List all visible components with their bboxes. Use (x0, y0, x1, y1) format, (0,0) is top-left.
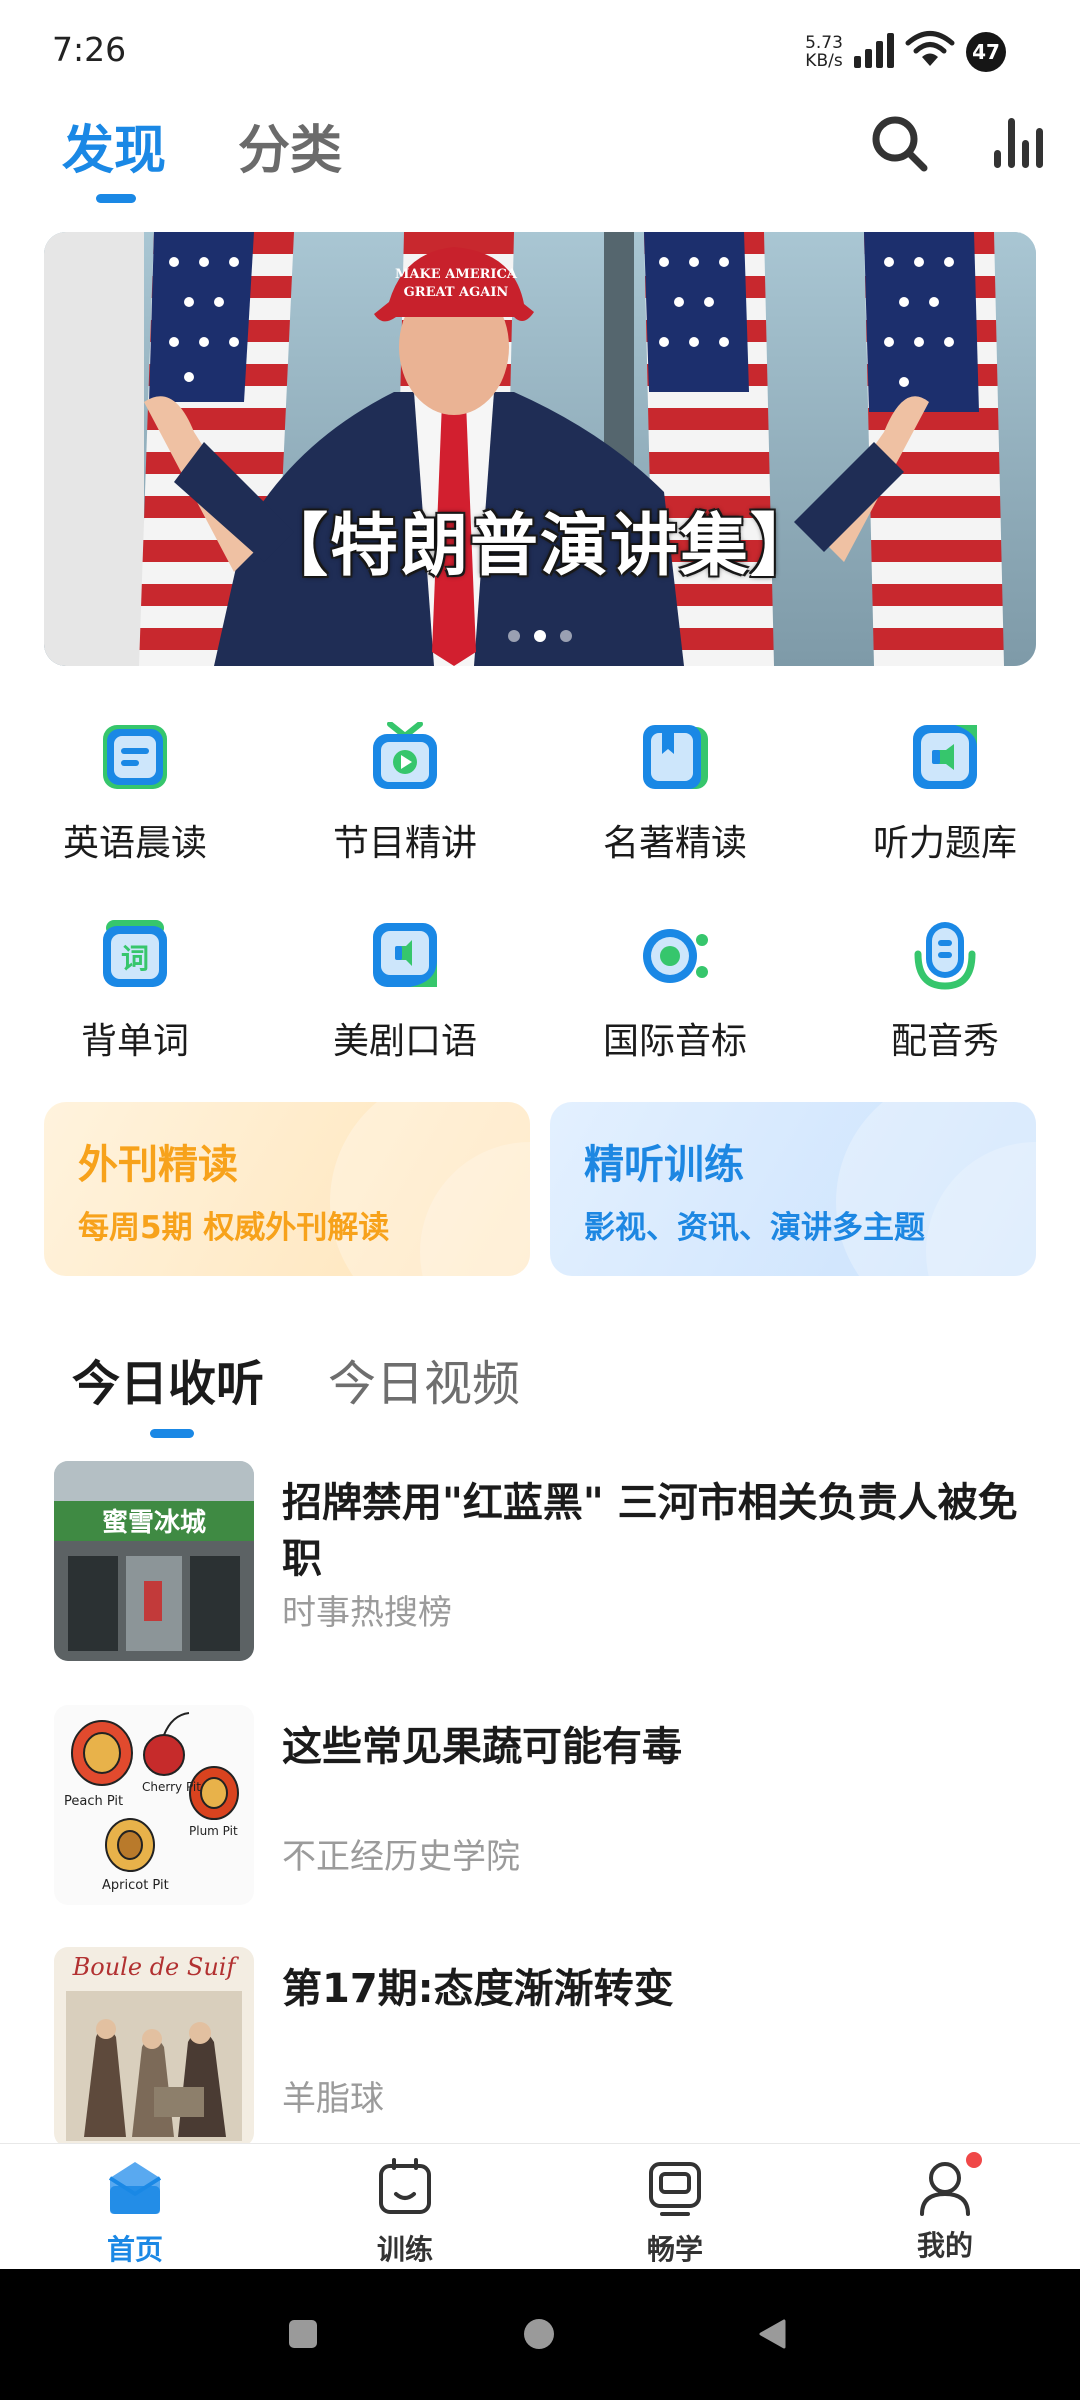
notification-badge (966, 2152, 982, 2168)
list-item[interactable]: Boule de Suif 第17期:态度渐渐转变 羊脂球 (54, 1947, 1034, 2147)
promo-subtitle: 影视、资讯、演讲多主题 (584, 1210, 925, 1246)
morning-read-icon (103, 725, 167, 789)
nav-profile[interactable]: 我的 (845, 2152, 1045, 2264)
listening-bank-icon (913, 725, 977, 789)
tab-category[interactable]: 分类 (238, 108, 342, 183)
article-source: 羊脂球 (282, 2079, 384, 2119)
tab-today-video[interactable]: 今日视频 (328, 1344, 520, 1414)
feature-listening-bank[interactable]: 听力题库 (825, 722, 1065, 866)
hat-text-line-1: MAKE AMERICA (395, 267, 518, 282)
nav-label: 训练 (376, 2233, 433, 2266)
thumb-label: Plum Pit (189, 1824, 238, 1838)
system-navigation-bar (0, 2269, 1080, 2400)
tab-today-listening[interactable]: 今日收听 (72, 1344, 264, 1414)
banner-caption: 【特朗普演讲集】 (259, 507, 820, 586)
home-button-icon[interactable] (522, 2317, 556, 2351)
tv-speaking-icon (373, 923, 437, 987)
article-source: 不正经历史学院 (282, 1837, 520, 1877)
feature-label: 英语晨读 (62, 823, 207, 864)
thumb-label: Apricot Pit (102, 1878, 169, 1893)
thumb-book-title: Boule de Suif (72, 1953, 240, 1981)
home-icon (108, 2162, 162, 2214)
dubbing-icon (914, 922, 976, 990)
hat-text-line-2: GREAT AGAIN (404, 285, 509, 300)
nav-label: 畅学 (646, 2233, 703, 2266)
program-tv-icon (373, 721, 437, 789)
nav-label: 首页 (106, 2233, 163, 2266)
thumb-label: Cherry Pit (142, 1780, 201, 1794)
wifi-icon (905, 31, 955, 66)
feature-label: 美剧口语 (332, 1021, 477, 1062)
feature-label: 背单词 (80, 1021, 189, 1062)
signal-icon (854, 33, 894, 68)
status-time: 7:26 (52, 30, 127, 69)
nav-label: 我的 (916, 2229, 973, 2262)
feature-vocabulary[interactable]: 词 背单词 (15, 920, 255, 1064)
tab-discover[interactable]: 发现 (62, 108, 166, 183)
search-icon[interactable] (868, 112, 932, 176)
feature-morning-read[interactable]: 英语晨读 (15, 722, 255, 866)
content-tab-indicator (150, 1429, 194, 1438)
promo-card-journal[interactable]: 外刊精读 每周5期 权威外刊解读 (44, 1102, 530, 1276)
classic-book-icon (643, 725, 708, 789)
profile-icon-wrap (914, 2152, 982, 2218)
phonetics-icon (643, 929, 708, 983)
carousel-dot-active (534, 630, 546, 642)
feature-program[interactable]: 节目精讲 (285, 721, 525, 866)
feature-label: 听力题库 (872, 823, 1017, 864)
bottom-navigation: 首页 训练 畅学 我的 (0, 2143, 1080, 2269)
promo-card-intensive-listening[interactable]: 精听训练 影视、资讯、演讲多主题 (550, 1102, 1036, 1276)
feature-label: 名著精读 (602, 823, 747, 864)
feature-classic-books[interactable]: 名著精读 (555, 722, 795, 866)
carousel-dot (560, 630, 572, 642)
article-thumbnail: Boule de Suif (54, 1947, 254, 2147)
article-title: 这些常见果蔬可能有毒 (282, 1724, 682, 1770)
svg-text:词: 词 (121, 942, 149, 975)
network-speed-unit: KB/s (805, 51, 843, 71)
network-speed: 5.73 KB/s (800, 34, 848, 70)
tab-active-indicator (96, 194, 136, 203)
carousel-dot (508, 630, 520, 642)
vocabulary-icon: 词 (103, 920, 167, 987)
nav-learn[interactable]: 畅学 (575, 2156, 775, 2268)
feature-tv-speaking[interactable]: 美剧口语 (285, 920, 525, 1064)
promo-title: 外刊精读 (78, 1142, 238, 1188)
article-title: 招牌禁用"红蓝黑" 三河市相关负责人被免职 (282, 1480, 1018, 1582)
status-bar: 7:26 5.73 KB/s 47 (0, 0, 1080, 100)
recent-apps-icon[interactable] (286, 2317, 320, 2351)
feature-label: 节目精讲 (332, 823, 477, 864)
promo-subtitle: 每周5期 权威外刊解读 (78, 1210, 390, 1246)
article-title: 第17期:态度渐渐转变 (282, 1966, 674, 2012)
battery-icon: 47 (966, 32, 1006, 72)
nav-home[interactable]: 首页 (35, 2156, 235, 2268)
chart-icon[interactable] (990, 110, 1050, 174)
profile-icon (920, 2162, 970, 2216)
network-speed-value: 5.73 (805, 33, 843, 53)
list-item[interactable]: Peach Pit Cherry Pit Plum Pit Apricot Pi… (54, 1705, 1034, 1905)
article-thumbnail: Peach Pit Cherry Pit Plum Pit Apricot Pi… (54, 1705, 254, 1905)
banner-image: MAKE AMERICA GREAT AGAIN (44, 232, 1036, 666)
banner-carousel[interactable]: MAKE AMERICA GREAT AGAIN 【特朗普演讲集】 (44, 232, 1036, 666)
learn-icon (649, 2162, 701, 2216)
feature-phonetics[interactable]: 国际音标 (555, 920, 795, 1064)
thumb-store-sign: 蜜雪冰城 (102, 1507, 206, 1538)
feature-label: 国际音标 (602, 1021, 747, 1062)
promo-title: 精听训练 (584, 1142, 744, 1188)
carousel-dots (44, 630, 1036, 642)
feature-dubbing[interactable]: 配音秀 (825, 920, 1065, 1064)
thumb-label: Peach Pit (64, 1794, 123, 1809)
article-thumbnail: 蜜雪冰城 (54, 1461, 254, 1661)
back-icon[interactable] (756, 2317, 790, 2351)
feature-label: 配音秀 (890, 1021, 999, 1062)
nav-training[interactable]: 训练 (305, 2156, 505, 2268)
article-source: 时事热搜榜 (282, 1593, 452, 1633)
list-item[interactable]: 蜜雪冰城 招牌禁用"红蓝黑" 三河市相关负责人被免职 时事热搜榜 (54, 1461, 1034, 1661)
training-icon (379, 2158, 431, 2214)
